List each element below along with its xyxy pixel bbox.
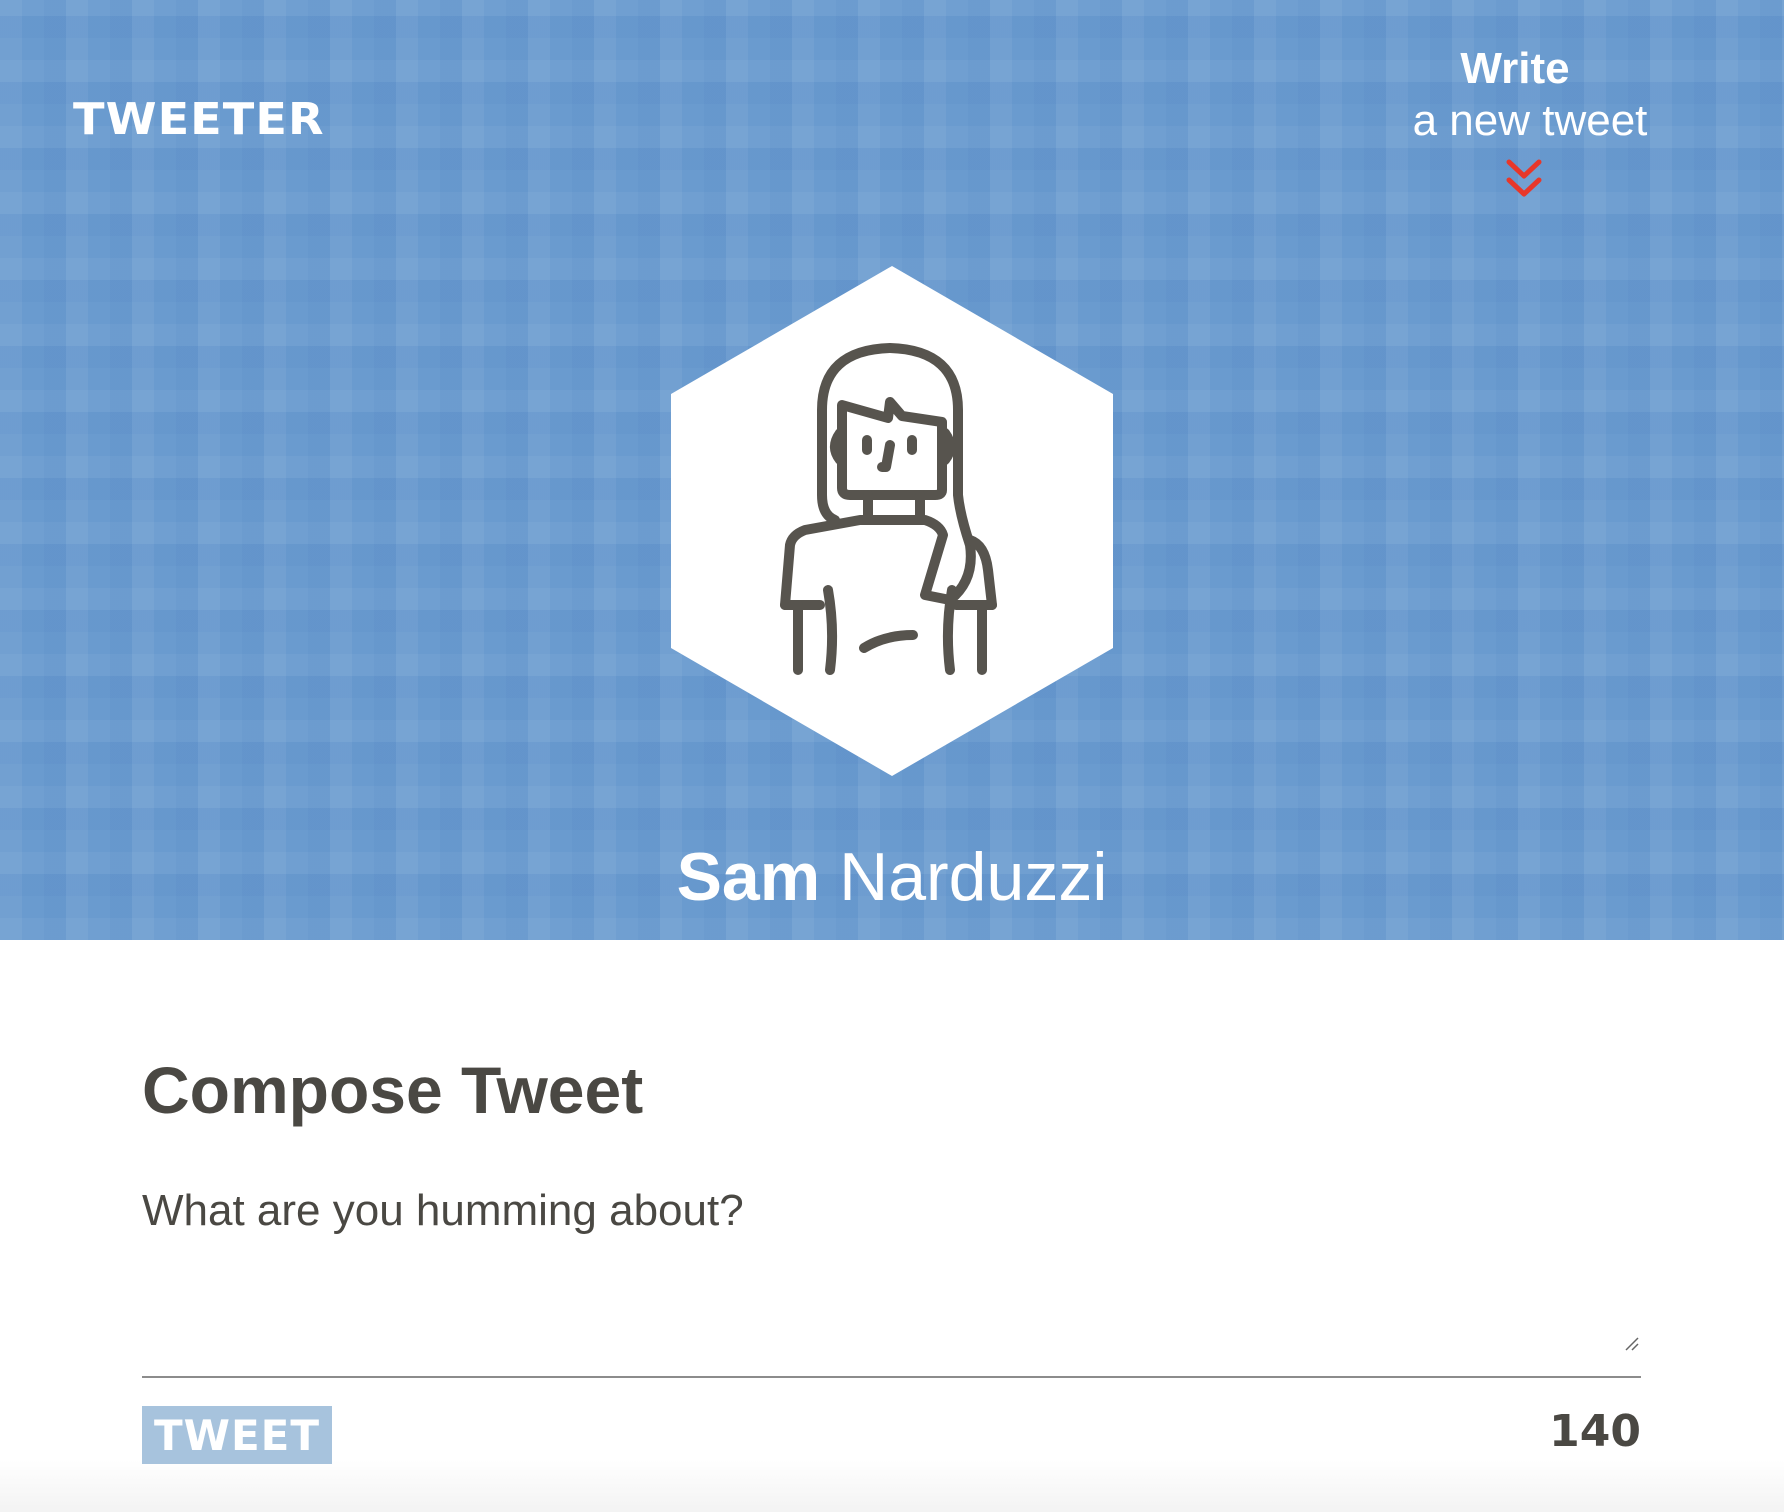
write-label: Write xyxy=(1460,44,1570,93)
last-name: Narduzzi xyxy=(839,839,1108,915)
compose-title: Compose Tweet xyxy=(142,1053,644,1127)
first-name: Sam xyxy=(676,839,821,915)
double-chevron-down-icon[interactable] xyxy=(1504,158,1544,200)
woman-avatar-icon xyxy=(780,343,997,675)
character-count: 140 xyxy=(1549,1406,1641,1457)
write-new-tweet-link[interactable]: Write a new tweet xyxy=(1380,44,1680,148)
profile-name: Sam Narduzzi xyxy=(0,838,1784,916)
write-sub-label: a new tweet xyxy=(1412,96,1648,145)
tweet-button[interactable]: TWEET xyxy=(142,1406,332,1464)
app-logo[interactable]: TWEETER xyxy=(73,94,325,145)
bottom-shadow xyxy=(0,1460,1784,1512)
tweet-input[interactable] xyxy=(142,1186,1641,1378)
profile-header: TWEETER Write a new tweet Sam Narduzzi xyxy=(0,0,1784,940)
resize-grip-icon[interactable] xyxy=(1624,1336,1640,1352)
